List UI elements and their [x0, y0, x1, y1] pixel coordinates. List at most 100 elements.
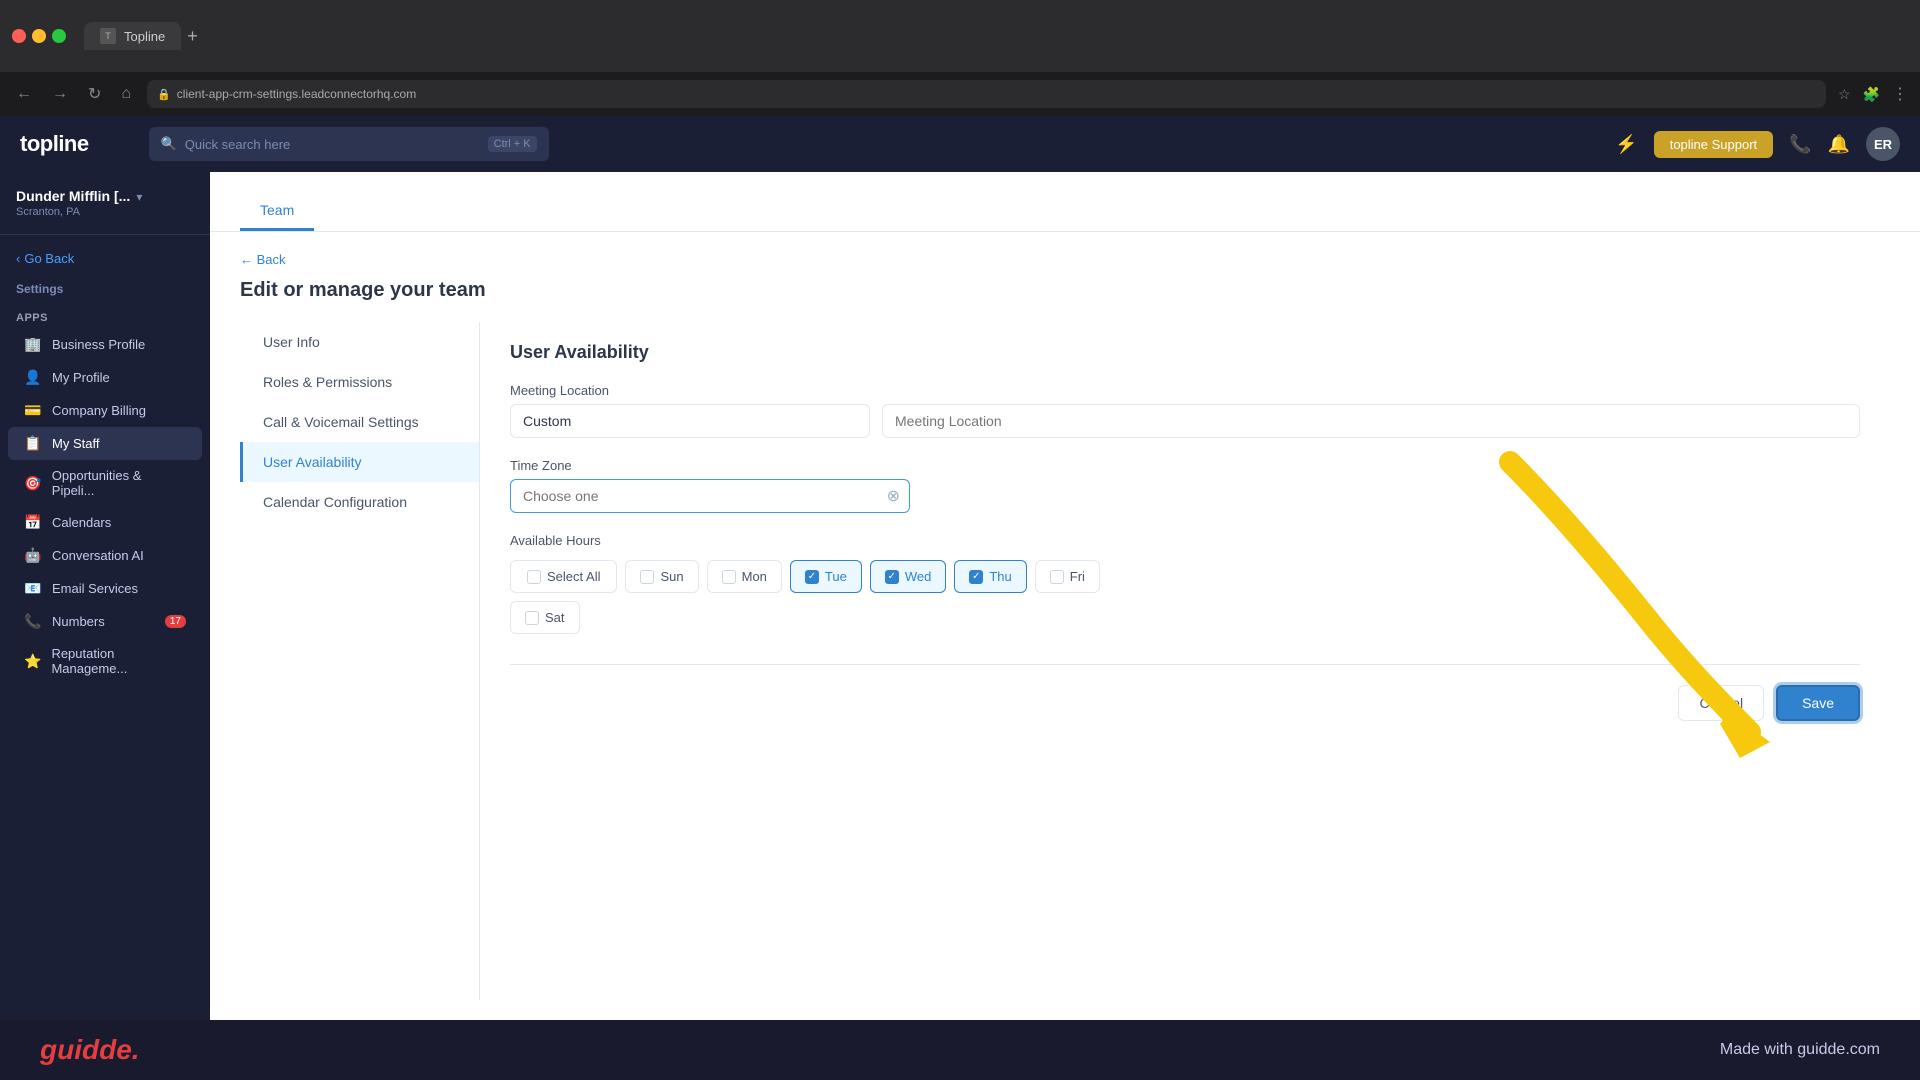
ai-icon: 🤖 [24, 547, 42, 564]
tab-favicon: T [100, 28, 116, 44]
nav-right: ⚡ topline Support 📞 🔔 ER [1615, 127, 1900, 161]
tue-checkbox [805, 570, 819, 584]
meeting-location-group: Meeting Location [510, 383, 1860, 438]
sidebar-item-label: My Staff [52, 436, 99, 451]
phone-icon[interactable]: 📞 [1789, 134, 1811, 155]
reload-button[interactable]: ↻ [84, 80, 105, 108]
sun-label: Sun [660, 569, 683, 584]
lightning-button[interactable]: ⚡ [1615, 134, 1637, 155]
day-button-sun[interactable]: Sun [625, 560, 698, 593]
wed-label: Wed [905, 569, 932, 584]
phone-numbers-icon: 📞 [24, 613, 42, 630]
sidebar-item-company-billing[interactable]: 💳 Company Billing [8, 394, 202, 427]
new-tab-button[interactable]: + [187, 26, 198, 47]
meeting-location-label: Meeting Location [510, 383, 1860, 398]
settings-section-label: Settings [0, 274, 210, 300]
day-button-wed[interactable]: Wed [870, 560, 947, 593]
thu-checkbox [969, 570, 983, 584]
address-bar[interactable]: 🔒 client-app-crm-settings.leadconnectorh… [147, 80, 1826, 108]
nav-call-voicemail[interactable]: Call & Voicemail Settings [240, 402, 479, 442]
more-options-button[interactable]: ⋮ [1892, 84, 1908, 104]
meeting-location-secondary-input[interactable] [882, 404, 1860, 438]
page-tabs: Team [240, 192, 1890, 231]
page-header: Team [210, 172, 1920, 232]
sidebar-item-calendars[interactable]: 📅 Calendars [8, 506, 202, 539]
sidebar-item-label: Company Billing [52, 403, 146, 418]
minimize-btn[interactable] [32, 29, 46, 43]
timezone-group: Time Zone ⊗ [510, 458, 1860, 513]
sidebar-item-reputation[interactable]: ⭐ Reputation Manageme... [8, 638, 202, 684]
search-bar[interactable]: 🔍 Quick search here Ctrl + K [149, 127, 549, 161]
browser-chrome: T Topline + [0, 0, 1920, 72]
guidde-logo: guidde. [40, 1034, 140, 1066]
org-dropdown-button[interactable]: Dunder Mifflin [... Scranton, PA ▾ [16, 188, 194, 218]
tab-team[interactable]: Team [240, 192, 314, 231]
day-button-fri[interactable]: Fri [1035, 560, 1100, 593]
active-tab[interactable]: T Topline [84, 22, 181, 50]
timezone-clear-button[interactable]: ⊗ [887, 486, 900, 506]
nav-user-info[interactable]: User Info [240, 322, 479, 362]
meeting-location-input[interactable] [510, 404, 870, 438]
card-icon: 💳 [24, 402, 42, 419]
back-link[interactable]: ← Back [240, 252, 1890, 267]
bell-icon[interactable]: 🔔 [1828, 134, 1850, 155]
go-back-label: Go Back [24, 251, 74, 266]
bookmark-button[interactable]: ☆ [1838, 86, 1851, 103]
sidebar-item-numbers[interactable]: 📞 Numbers 17 [8, 605, 202, 638]
save-button[interactable]: Save [1776, 685, 1860, 721]
day-button-tue[interactable]: Tue [790, 560, 862, 593]
action-row: Cancel Save [510, 664, 1860, 721]
target-icon: 🎯 [24, 475, 42, 492]
nav-calendar-config[interactable]: Calendar Configuration [240, 482, 479, 522]
fri-label: Fri [1070, 569, 1085, 584]
sidebar-item-opportunities[interactable]: 🎯 Opportunities & Pipeli... [8, 460, 202, 506]
apps-section-label: Apps [0, 300, 210, 328]
day-button-thu[interactable]: Thu [954, 560, 1026, 593]
mon-checkbox [722, 570, 736, 584]
sidebar-item-label: Opportunities & Pipeli... [52, 468, 186, 498]
sidebar-item-email-services[interactable]: 📧 Email Services [8, 572, 202, 605]
available-hours-label: Available Hours [510, 533, 1860, 548]
sidebar-item-my-staff[interactable]: 📋 My Staff [8, 427, 202, 460]
top-nav: topline 🔍 Quick search here Ctrl + K ⚡ t… [0, 116, 1920, 172]
thu-label: Thu [989, 569, 1011, 584]
close-btn[interactable] [12, 29, 26, 43]
select-all-button[interactable]: Select All [510, 560, 617, 593]
go-back-link[interactable]: ‹ Go Back [0, 243, 210, 274]
section-title: User Availability [510, 342, 1860, 363]
fullscreen-btn[interactable] [52, 29, 66, 43]
app: topline 🔍 Quick search here Ctrl + K ⚡ t… [0, 116, 1920, 1080]
cancel-button[interactable]: Cancel [1678, 685, 1764, 721]
org-selector: Dunder Mifflin [... Scranton, PA ▾ [0, 188, 210, 235]
available-hours-section: Available Hours Select All Sun [510, 533, 1860, 634]
support-button[interactable]: topline Support [1654, 131, 1773, 158]
sat-label: Sat [545, 610, 565, 625]
two-col-layout: User Info Roles & Permissions Call & Voi… [240, 322, 1890, 1000]
tab-title: Topline [124, 29, 165, 44]
org-location: Scranton, PA [16, 206, 130, 218]
sidebar-item-label: Email Services [52, 581, 138, 596]
building-icon: 🏢 [24, 336, 42, 353]
nav-roles-permissions[interactable]: Roles & Permissions [240, 362, 479, 402]
sun-checkbox [640, 570, 654, 584]
sidebar-item-business-profile[interactable]: 🏢 Business Profile [8, 328, 202, 361]
extensions-button[interactable]: 🧩 [1863, 86, 1880, 103]
mon-label: Mon [742, 569, 767, 584]
fri-checkbox [1050, 570, 1064, 584]
main-layout: Dunder Mifflin [... Scranton, PA ▾ ‹ Go … [0, 172, 1920, 1020]
home-button[interactable]: ⌂ [117, 81, 135, 107]
day-button-sat[interactable]: Sat [510, 601, 580, 634]
address-bar-row: ← → ↻ ⌂ 🔒 client-app-crm-settings.leadco… [0, 72, 1920, 116]
sidebar-item-label: Business Profile [52, 337, 145, 352]
numbers-badge: 17 [165, 615, 186, 628]
avatar[interactable]: ER [1866, 127, 1900, 161]
day-button-mon[interactable]: Mon [707, 560, 782, 593]
forward-nav-button[interactable]: → [48, 81, 72, 107]
timezone-input[interactable] [510, 479, 910, 513]
sidebar-item-label: Calendars [52, 515, 111, 530]
sidebar-item-conversation-ai[interactable]: 🤖 Conversation AI [8, 539, 202, 572]
nav-user-availability[interactable]: User Availability [240, 442, 479, 482]
back-nav-button[interactable]: ← [12, 81, 36, 107]
sidebar-item-my-profile[interactable]: 👤 My Profile [8, 361, 202, 394]
email-icon: 📧 [24, 580, 42, 597]
